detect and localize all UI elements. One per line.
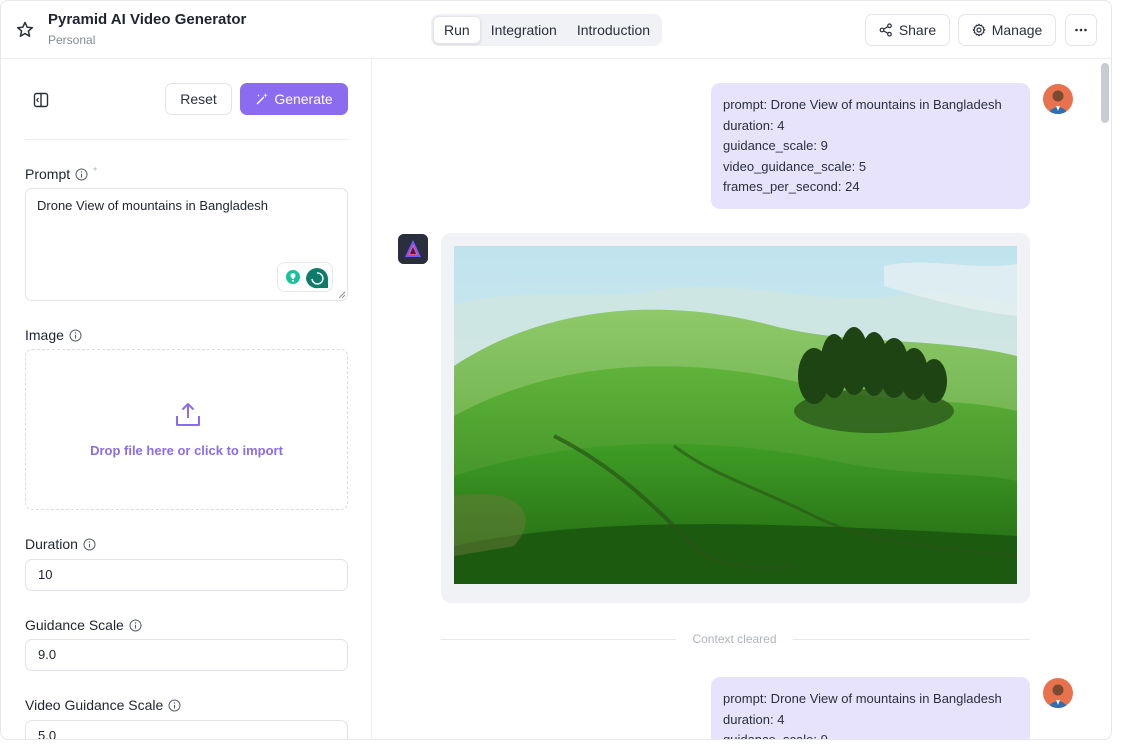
generate-label: Generate <box>274 91 333 107</box>
tab-integration[interactable]: Integration <box>481 16 567 44</box>
chat-panel: prompt: Drone View of mountains in Bangl… <box>373 59 1111 740</box>
message-line: duration: 4 <box>723 711 785 727</box>
tab-run[interactable]: Run <box>433 16 481 44</box>
sparkle-icon <box>256 93 269 105</box>
app-title: Pyramid AI Video Generator <box>48 11 247 28</box>
image-label: Image <box>25 327 64 343</box>
user-message-bubble: prompt: Drone View of mountains in Bangl… <box>711 677 1030 740</box>
message-line: prompt: Drone View of mountains in Bangl… <box>723 691 1002 706</box>
user-avatar <box>1043 678 1073 708</box>
info-icon[interactable] <box>129 619 142 632</box>
info-icon[interactable] <box>69 329 82 342</box>
video-guidance-label-row: Video Guidance Scale <box>25 697 181 713</box>
message-line: guidance_scale: 9 <box>723 138 828 154</box>
message-line: duration: 4 <box>723 117 785 133</box>
guidance-scale-label: Guidance Scale <box>25 617 124 633</box>
message-line: video_guidance_scale: 5 <box>723 158 867 174</box>
video-guidance-scale-input[interactable]: 5.0 <box>25 720 348 739</box>
video-guidance-scale-label: Video Guidance Scale <box>25 697 164 713</box>
tab-introduction[interactable]: Introduction <box>567 16 660 44</box>
resize-handle-icon[interactable] <box>338 291 346 299</box>
image-label-row: Image <box>25 327 82 343</box>
share-button[interactable]: Share <box>865 14 950 46</box>
grammarly-widget[interactable] <box>277 262 333 292</box>
writing-assistant-icon <box>286 268 328 289</box>
message-line: frames_per_second: 24 <box>723 179 860 195</box>
app-header: Pyramid AI Video Generator Personal Run … <box>1 1 1111 59</box>
duration-label-row: Duration <box>25 536 96 552</box>
more-options-button[interactable] <box>1065 14 1097 46</box>
user-avatar <box>1043 84 1073 114</box>
duration-label: Duration <box>25 536 78 552</box>
guidance-scale-input[interactable]: 9.0 <box>25 639 348 671</box>
duration-input[interactable]: 10 <box>25 559 348 591</box>
prompt-label-row: Prompt * <box>25 165 98 183</box>
video-result-card <box>441 233 1030 603</box>
upload-icon <box>176 403 200 426</box>
chat-scrollbar[interactable] <box>1101 63 1109 123</box>
form-divider <box>25 139 348 140</box>
context-divider-left <box>441 639 676 640</box>
reset-button[interactable]: Reset <box>165 83 232 115</box>
app-window: Pyramid AI Video Generator Personal Run … <box>0 0 1112 740</box>
gear-icon <box>972 23 986 37</box>
info-icon[interactable] <box>168 699 181 712</box>
prompt-label: Prompt <box>25 166 71 182</box>
view-tabs: Run Integration Introduction <box>431 14 663 46</box>
manage-label: Manage <box>991 22 1043 38</box>
required-mark: * <box>93 165 98 177</box>
video-frame-image <box>454 246 1017 584</box>
message-line: guidance_scale: 9 <box>723 732 828 740</box>
image-dropzone[interactable]: Drop file here or click to import <box>25 349 348 510</box>
context-cleared-label: Context cleared <box>692 632 777 646</box>
app-subtitle: Personal <box>48 33 96 47</box>
message-line: prompt: Drone View of mountains in Bangl… <box>723 97 1002 112</box>
share-label: Share <box>898 22 937 38</box>
sidebar-toggle-icon[interactable] <box>30 89 52 111</box>
share-icon <box>879 23 892 37</box>
input-form-panel: Reset Generate Prompt * Drone View of mo… <box>1 59 372 739</box>
generated-video[interactable] <box>454 246 1017 584</box>
star-icon[interactable] <box>15 20 35 40</box>
more-horizontal-icon <box>1075 28 1087 32</box>
manage-button[interactable]: Manage <box>958 14 1056 46</box>
dropzone-text: Drop file here or click to import <box>90 443 283 458</box>
context-divider-right <box>793 639 1030 640</box>
generate-button[interactable]: Generate <box>240 83 348 115</box>
guidance-label-row: Guidance Scale <box>25 617 142 633</box>
info-icon[interactable] <box>75 168 88 181</box>
user-message-bubble: prompt: Drone View of mountains in Bangl… <box>711 83 1030 209</box>
bot-avatar <box>398 234 428 264</box>
info-icon[interactable] <box>83 538 96 551</box>
